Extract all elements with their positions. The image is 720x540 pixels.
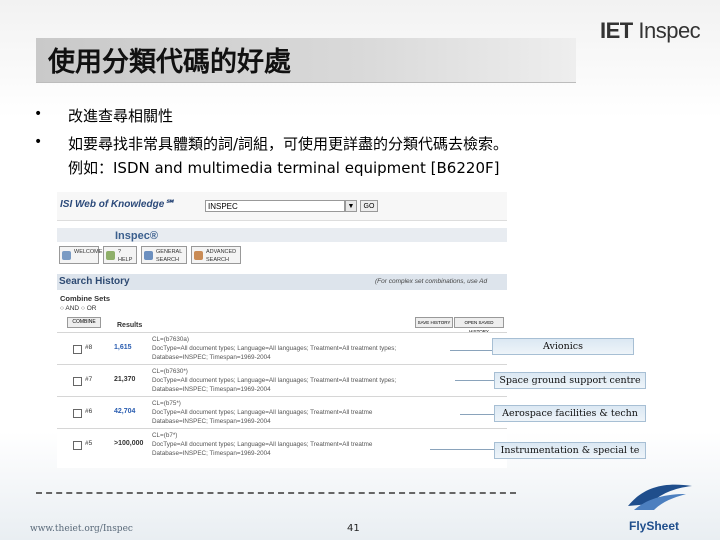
callout-arrow (460, 414, 494, 415)
advanced-search-label: ADVANCED SEARCH (206, 249, 237, 263)
query-line: CL=(b75*) (152, 400, 181, 407)
query-line: DocType=All document types; Language=All… (152, 441, 373, 448)
query-line: Database=INSPEC; Timespan=1969-2004 (152, 450, 271, 457)
query-line: CL=(b7630a) (152, 336, 189, 343)
callout-arrow (430, 449, 494, 450)
query-line: DocType=All document types; Language=All… (152, 409, 373, 416)
inspec-logo-text: Inspec (638, 18, 701, 43)
bullet-text-2: 如要尋找非常具體類的詞/詞組，可使用更詳盡的分類代碼去檢索。 (68, 135, 509, 153)
help-button[interactable]: ? HELP (103, 246, 137, 264)
inspec-label: Inspec® (115, 230, 158, 242)
row-checkbox[interactable] (73, 345, 82, 354)
query-text: CL=(b7630a) DocType=All document types; L… (152, 335, 396, 362)
flysheet-logo-icon (628, 484, 692, 510)
combine-button[interactable]: COMBINE (67, 317, 101, 328)
set-number: #5 (85, 440, 93, 447)
query-text: CL=(b75*) DocType=All document types; Lan… (152, 399, 372, 426)
query-line: CL=(b7630*) (152, 368, 188, 375)
chevron-down-icon[interactable]: ▼ (345, 200, 357, 212)
table-row: #8 1,615 CL=(b7630a) DocType=All document t… (57, 332, 507, 365)
query-text: CL=(b7*) DocType=All document types; Lang… (152, 431, 372, 458)
results-header: Results (117, 322, 143, 329)
row-checkbox[interactable] (73, 409, 82, 418)
callout-arrow (450, 350, 492, 351)
radio-or-label: OR (86, 305, 97, 312)
query-line: DocType=All document types; Language=All… (152, 345, 397, 352)
set-number: #7 (85, 376, 93, 383)
callout-label: Avionics (492, 338, 634, 355)
advanced-search-button[interactable]: ADVANCED SEARCH (191, 246, 241, 264)
result-count[interactable]: >100,000 (114, 440, 143, 447)
query-line: Database=INSPEC; Timespan=1969-2004 (152, 386, 271, 393)
complex-set-note: (For complex set combinations, use Ad (375, 278, 488, 285)
dashed-divider (36, 492, 516, 494)
general-search-label: GENERAL SEARCH (156, 249, 183, 263)
bullet-dot: • (34, 106, 43, 122)
database-select[interactable]: INSPEC (205, 200, 345, 212)
welcome-label: WELCOME (74, 249, 103, 255)
page-number: 41 (347, 523, 360, 534)
row-checkbox[interactable] (73, 441, 82, 450)
radio-and[interactable]: ○ (60, 305, 64, 312)
welcome-button[interactable]: WELCOME (59, 246, 103, 264)
set-number: #6 (85, 408, 93, 415)
bullet-dot: • (34, 134, 43, 150)
result-count[interactable]: 21,370 (114, 376, 135, 383)
search-history-title: Search History (59, 276, 130, 287)
result-count[interactable]: 1,615 (114, 344, 132, 351)
query-line: DocType=All document types; Language=All… (152, 377, 397, 384)
bullet-text-1: 改進查尋相關性 (68, 107, 174, 125)
row-checkbox[interactable] (73, 377, 82, 386)
query-line: Database=INSPEC; Timespan=1969-2004 (152, 418, 271, 425)
table-row: #5 >100,000 CL=(b7*) DocType=All document t… (57, 428, 507, 461)
nav-row: WELCOME ? HELP GENERAL SEARCH ADVANCED S… (57, 246, 507, 270)
iet-logo-text: IET (600, 18, 633, 43)
query-line: CL=(b7*) (152, 432, 178, 439)
radio-and-label: AND (65, 305, 80, 312)
table-row: #7 21,370 CL=(b7630*) DocType=All document … (57, 364, 507, 397)
flysheet-logo-text: FlySheet (629, 519, 680, 533)
iet-inspec-logo: IET Inspec (600, 18, 701, 44)
bullet-text-2-example: 例如：ISDN and multimedia terminal equipmen… (68, 159, 500, 177)
callout-label: Instrumentation & special te (494, 442, 646, 459)
table-row: #6 42,704 CL=(b75*) DocType=All document ty… (57, 396, 507, 429)
callout-arrow (455, 380, 494, 381)
open-saved-history-button[interactable]: OPEN SAVED HISTORY (454, 317, 504, 334)
general-search-button[interactable]: GENERAL SEARCH (141, 246, 187, 264)
callout-label: Space ground support centre (494, 372, 646, 389)
result-count[interactable]: 42,704 (114, 408, 135, 415)
query-text: CL=(b7630*) DocType=All document types; L… (152, 367, 396, 394)
advanced-search-icon (194, 251, 203, 260)
combine-sets-label: Combine Sets (60, 294, 111, 303)
help-icon (106, 251, 115, 260)
radio-group: ○ AND ○ OR (60, 305, 96, 312)
save-history-button[interactable]: SAVE HISTORY (415, 317, 453, 328)
home-icon (62, 251, 71, 260)
set-number: #8 (85, 344, 93, 351)
footer-url: www.theiet.org/Inspec (30, 524, 133, 534)
go-button[interactable]: GO (360, 200, 378, 212)
search-icon (144, 251, 153, 260)
slide-title: 使用分類代碼的好處 (48, 47, 291, 78)
embedded-screenshot: ISI Web of Knowledge℠ INSPEC ▼ GO Inspec… (57, 192, 507, 468)
help-label: ? HELP (118, 249, 133, 263)
query-line: Database=INSPEC; Timespan=1969-2004 (152, 354, 271, 361)
radio-or[interactable]: ○ (81, 305, 85, 312)
wok-title: ISI Web of Knowledge℠ (60, 199, 175, 210)
callout-label: Aerospace facilities & techn (494, 405, 646, 422)
